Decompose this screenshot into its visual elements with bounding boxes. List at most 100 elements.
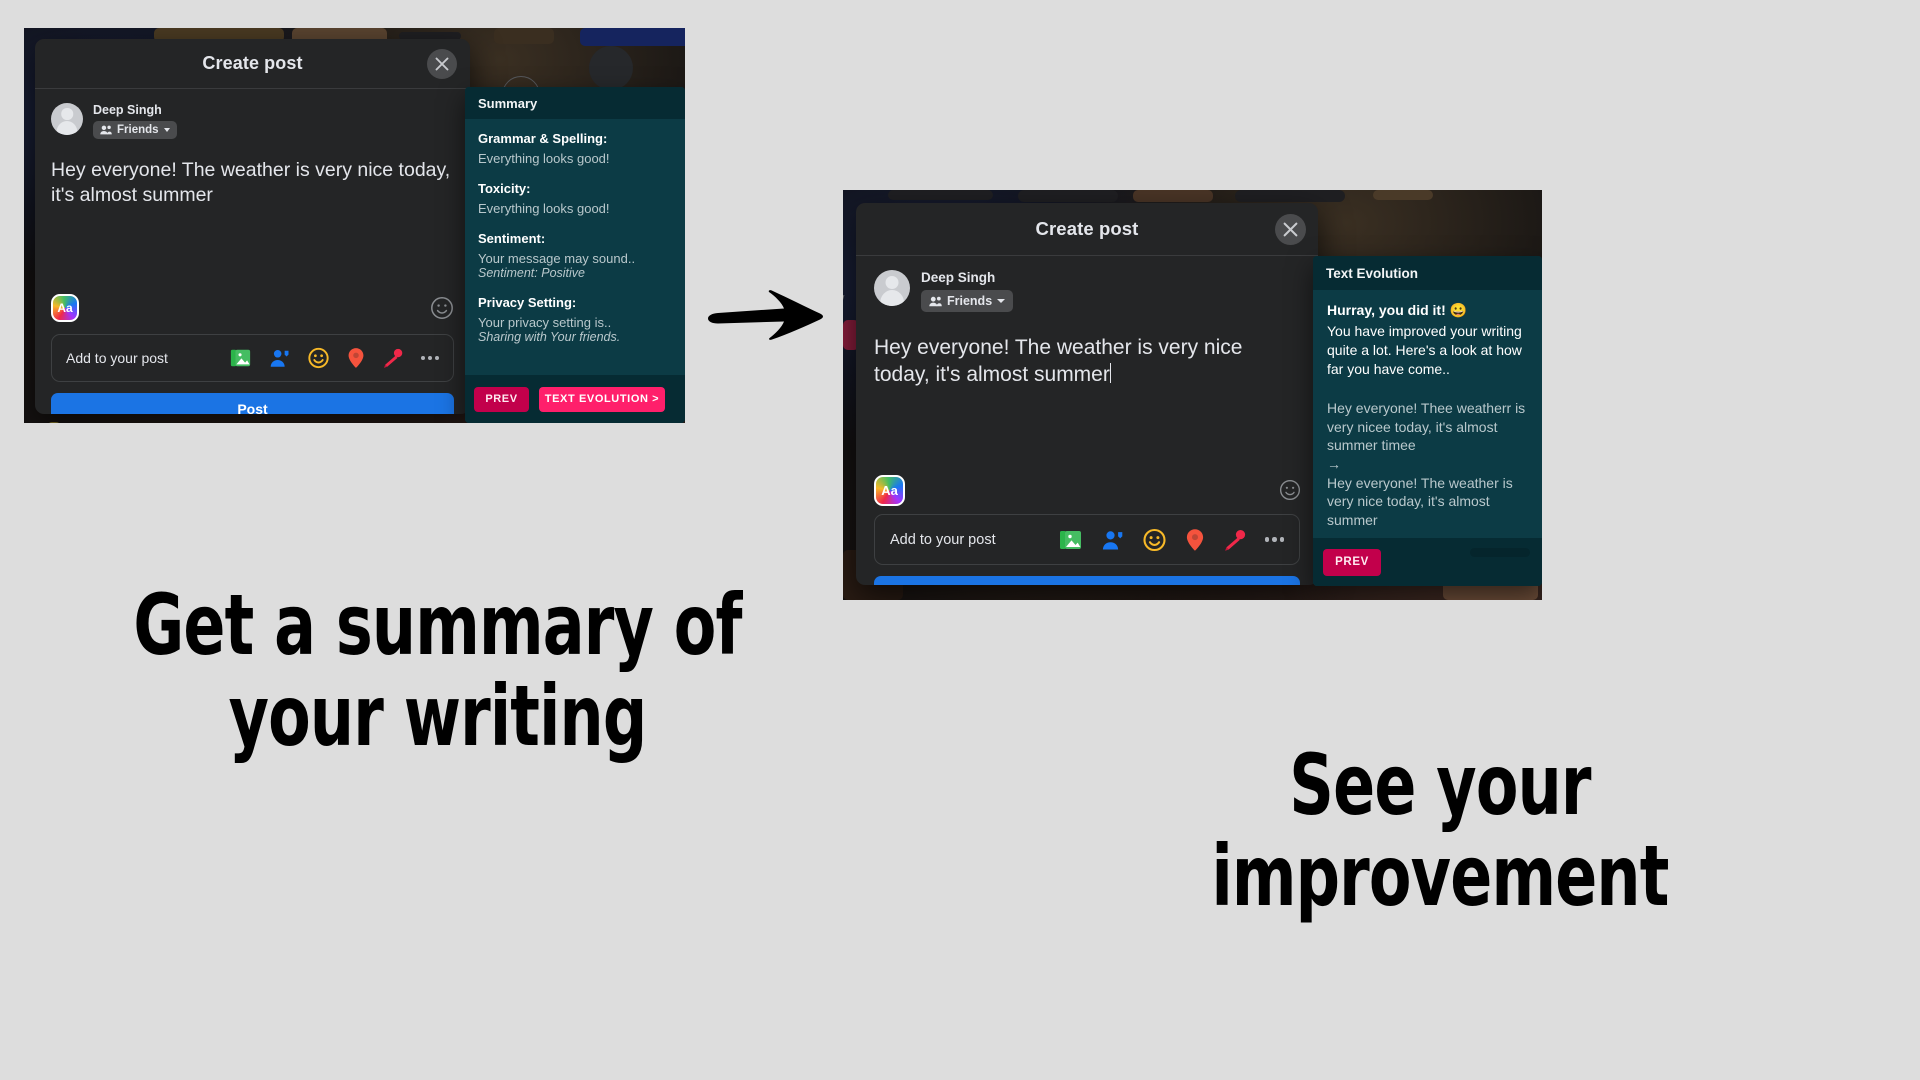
tag-people-icon[interactable] <box>268 347 291 369</box>
author-meta: Deep Singh Friends <box>921 270 1014 312</box>
close-icon <box>435 57 449 71</box>
add-to-post-label: Add to your post <box>890 531 996 548</box>
text-evolution-button-label: TEXT EVOLUTION > <box>544 393 660 405</box>
author-name: Deep Singh <box>93 103 162 117</box>
add-to-post-icons <box>1058 528 1284 552</box>
text-format-label: Aa <box>881 483 898 498</box>
author-row: Deep Singh Friends <box>856 256 1318 312</box>
bg-chip <box>888 190 993 200</box>
author-name: Deep Singh <box>921 270 996 285</box>
bg-chip <box>1018 190 1118 202</box>
check-in-location-icon[interactable] <box>1184 528 1206 552</box>
author-meta: Deep Singh Friends <box>93 103 177 139</box>
summary-section-label: Grammar & Spelling: <box>478 131 608 146</box>
summary-panel-footer: PREV TEXT EVOLUTION > <box>465 375 685 423</box>
bg-icon-blob <box>589 46 633 90</box>
post-text[interactable]: Hey everyone! The weather is very nice t… <box>874 336 1242 386</box>
photo-video-icon[interactable] <box>229 347 252 369</box>
photo-video-icon[interactable] <box>1058 528 1083 552</box>
check-in-location-icon[interactable] <box>346 347 366 369</box>
avatar <box>51 103 83 135</box>
emoji-picker-button[interactable] <box>1279 479 1301 506</box>
more-options-icon[interactable] <box>421 356 439 360</box>
live-video-icon[interactable] <box>1223 528 1248 552</box>
prev-button[interactable]: PREV <box>474 386 529 412</box>
live-video-icon[interactable] <box>382 347 405 369</box>
text-evolution-panel-footer: PREV <box>1313 538 1542 586</box>
smiley-outline-icon <box>431 297 453 319</box>
close-button[interactable] <box>427 49 457 79</box>
audience-label: Friends <box>947 294 993 308</box>
summary-section-label: Toxicity: <box>478 181 531 196</box>
text-evolution-panel-header: Text Evolution <box>1313 256 1542 290</box>
emoji-picker-button[interactable] <box>430 296 454 325</box>
bg-partial-text: w <box>843 290 844 305</box>
new-text: Hey everyone! The weather is very nice t… <box>1327 474 1513 529</box>
footer-placeholder <box>1470 548 1530 557</box>
dialog-header: Create post <box>35 39 470 89</box>
post-button[interactable]: Post <box>874 576 1300 585</box>
page-title: Create post <box>1035 218 1139 239</box>
audience-label: Friends <box>117 124 159 136</box>
text-evolution-panel: Text Evolution Hurray, you did it! 😀 You… <box>1313 256 1542 586</box>
slide-canvas: → Group conversa ou know you know Create… <box>0 0 1920 1080</box>
evolution-arrow: → <box>1327 456 1341 473</box>
congrats-line: Hurray, you did it! 😀 <box>1327 302 1468 318</box>
close-button[interactable] <box>1275 214 1306 245</box>
more-options-icon[interactable] <box>1264 537 1284 542</box>
left-screenshot: → Group conversa ou know you know Create… <box>24 28 685 423</box>
post-button[interactable]: Post <box>51 393 454 414</box>
summary-panel-title: Summary <box>478 95 538 111</box>
post-text[interactable]: Hey everyone! The weather is very nice t… <box>51 158 454 209</box>
summary-section-value: Your message may sound.. <box>478 251 636 266</box>
right-arrow-icon <box>708 290 823 340</box>
feeling-activity-icon[interactable] <box>1142 528 1167 552</box>
text-evolution-panel-body: Hurray, you did it! 😀 You have improved … <box>1313 290 1542 538</box>
audience-selector[interactable]: Friends <box>93 121 177 139</box>
text-format-button[interactable]: Aa <box>51 294 79 322</box>
bg-thumbnail <box>47 422 61 423</box>
text-evolution-button[interactable]: TEXT EVOLUTION > <box>539 386 665 412</box>
add-to-post-bar: Add to your post <box>51 334 454 382</box>
summary-panel-header: Summary <box>465 87 685 119</box>
summary-section: Toxicity: Everything looks good! <box>478 181 672 216</box>
bg-thumbnail <box>1373 190 1433 200</box>
summary-panel-body: Grammar & Spelling: Everything looks goo… <box>465 119 685 375</box>
dialog-header: Create post <box>856 203 1318 256</box>
feeling-activity-icon[interactable] <box>307 347 330 369</box>
congrats-body: You have improved your writing quite a l… <box>1327 323 1522 377</box>
right-screenshot: w Create post Deep Singh <box>843 190 1542 600</box>
audience-selector[interactable]: Friends <box>921 290 1014 312</box>
bg-thumbnail <box>580 28 685 46</box>
right-arrow <box>706 290 826 340</box>
tag-people-icon[interactable] <box>1100 528 1125 552</box>
old-text: Hey everyone! Thee weatherr is very nice… <box>1327 399 1526 454</box>
friends-icon <box>100 125 112 135</box>
text-format-button[interactable]: Aa <box>874 475 905 506</box>
summary-section: Privacy Setting: Your privacy setting is… <box>478 295 672 344</box>
left-caption: Get a summary of your writing <box>133 576 742 765</box>
create-post-dialog: Create post Deep Singh Friends Hey every… <box>35 39 470 414</box>
summary-section: Grammar & Spelling: Everything looks goo… <box>478 131 672 166</box>
bg-thumbnail <box>494 28 554 44</box>
prev-button-label: PREV <box>1335 556 1369 568</box>
close-icon <box>1283 222 1298 237</box>
summary-section-value: Your privacy setting is.. <box>478 315 612 330</box>
prev-button[interactable]: PREV <box>1323 548 1381 576</box>
smiley-outline-icon <box>1279 479 1301 501</box>
post-button-label: Post <box>1071 585 1102 586</box>
dialog-body: Deep Singh Friends Hey everyone! The wea… <box>856 256 1318 585</box>
add-to-post-bar: Add to your post <box>874 514 1300 565</box>
author-row: Deep Singh Friends <box>35 89 470 139</box>
summary-panel: Summary Grammar & Spelling: Everything l… <box>465 87 685 423</box>
chevron-down-icon <box>997 299 1006 303</box>
summary-section-note: Sharing with Your friends. <box>478 330 621 344</box>
right-caption: See your improvement <box>1211 736 1669 925</box>
bg-chip <box>1235 190 1345 202</box>
text-cursor <box>1109 363 1111 384</box>
text-format-label: Aa <box>57 301 73 315</box>
post-button-label: Post <box>237 400 268 415</box>
friends-icon <box>929 296 942 307</box>
summary-section-label: Sentiment: <box>478 231 546 246</box>
summary-section-note: Sentiment: Positive <box>478 266 585 280</box>
